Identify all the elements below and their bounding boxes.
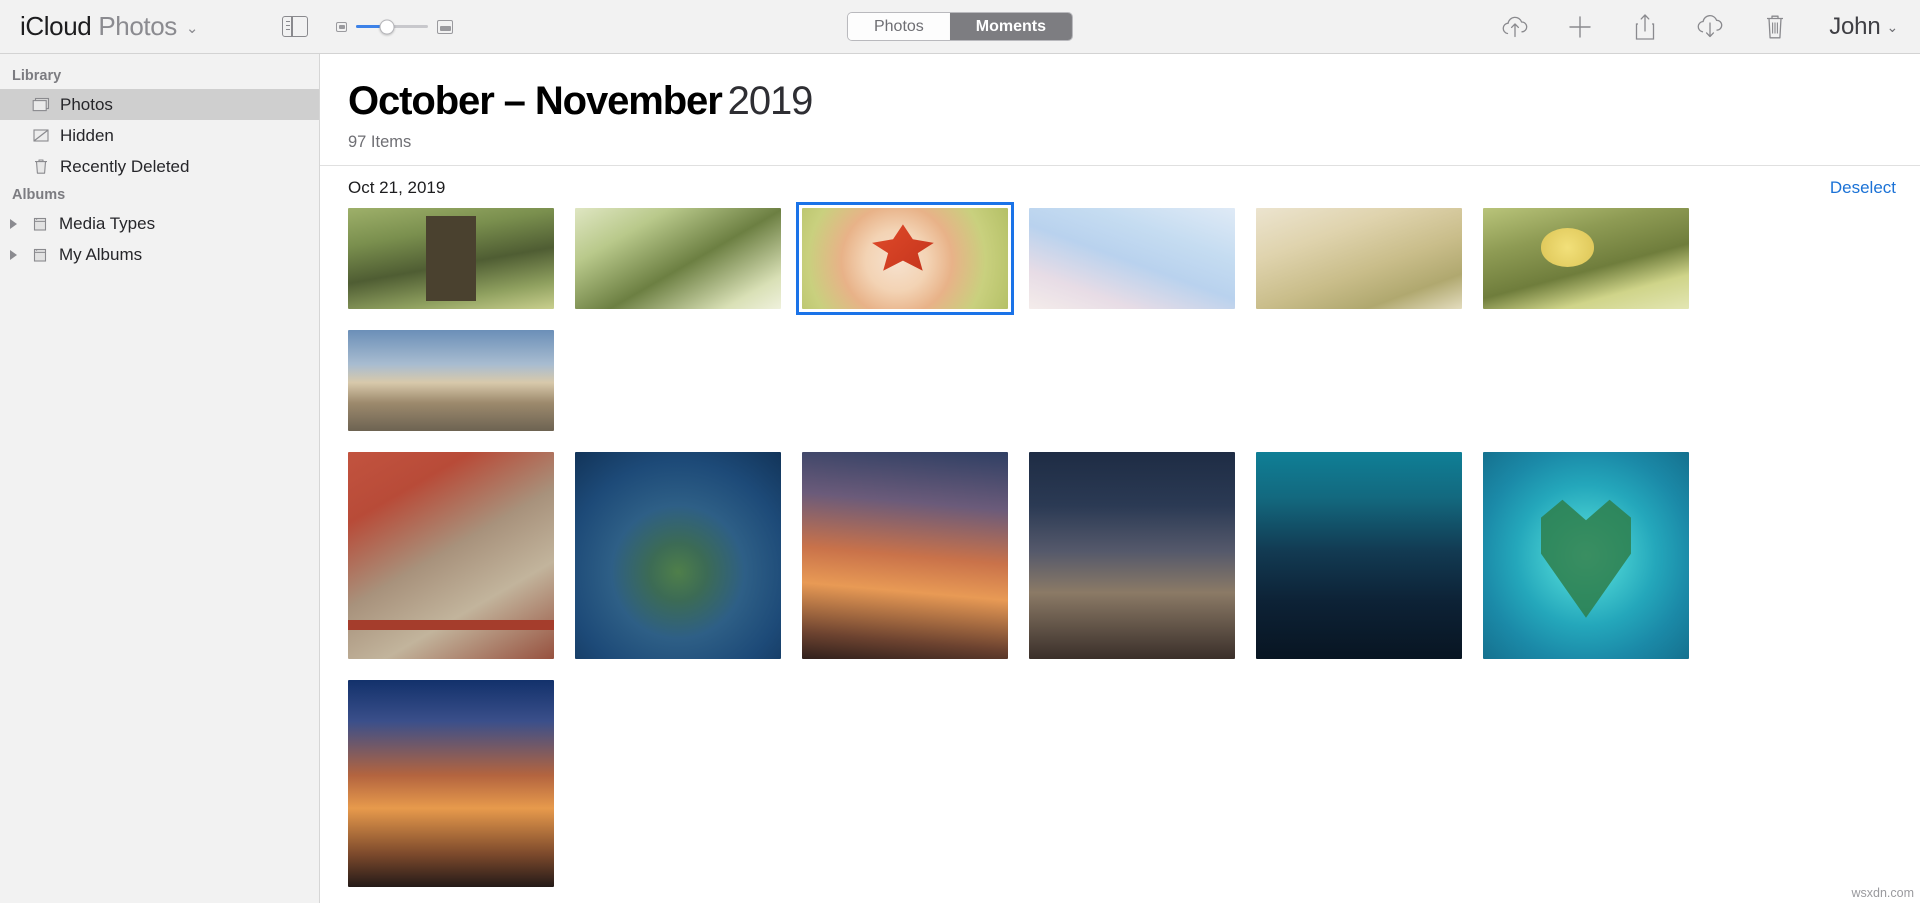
photo-thumbnail[interactable] <box>348 208 554 310</box>
toolbar-actions: John ⌄ <box>1498 12 1898 42</box>
deselect-button[interactable]: Deselect <box>1830 178 1896 198</box>
sidebar-item-label: Recently Deleted <box>60 156 190 176</box>
chevron-down-icon: ⌄ <box>1886 18 1898 35</box>
brand-secondary: Photos <box>98 11 177 41</box>
sidebar-item-hidden[interactable]: Hidden <box>0 120 319 151</box>
moment-header: October – November 2019 97 Items <box>320 54 1920 152</box>
page-title: October – November 2019 <box>348 79 1920 123</box>
photos-icon <box>30 96 51 114</box>
photo-thumbnail[interactable] <box>1483 452 1689 660</box>
tab-moments[interactable]: Moments <box>949 13 1073 40</box>
download-icon[interactable] <box>1693 12 1727 42</box>
sidebar-section-library: Library <box>12 68 62 84</box>
section-date: Oct 21, 2019 <box>348 178 446 198</box>
sidebar-item-media-types[interactable]: Media Types <box>0 208 319 239</box>
user-name: John <box>1829 12 1881 40</box>
view-mode-segmented-control[interactable]: Photos Moments <box>846 12 1074 41</box>
slider-track[interactable] <box>356 19 429 34</box>
slider-knob[interactable] <box>379 19 395 34</box>
chevron-right-icon[interactable] <box>10 249 17 260</box>
sidebar-toggle-icon[interactable] <box>282 16 309 37</box>
watermark: wsxdn.com <box>1851 886 1914 900</box>
app-title[interactable]: iCloud Photos ⌄ <box>20 11 198 42</box>
share-icon[interactable] <box>1628 12 1662 42</box>
hidden-icon <box>30 127 51 145</box>
add-icon[interactable] <box>1563 12 1597 42</box>
sidebar-section-albums: Albums <box>12 187 66 203</box>
photo-thumbnail[interactable] <box>802 452 1008 660</box>
sidebar-item-my-albums[interactable]: My Albums <box>0 239 319 270</box>
photo-thumbnail[interactable] <box>575 208 781 310</box>
item-count: 97 Items <box>348 133 412 152</box>
photo-thumbnail[interactable] <box>348 680 554 888</box>
small-thumbnail-icon[interactable] <box>336 21 348 32</box>
large-thumbnail-icon[interactable] <box>437 19 454 34</box>
moment-year: 2019 <box>727 79 814 123</box>
app-body: Library Photos Hidden Recently Deleted A… <box>0 54 1920 903</box>
folder-icon <box>29 246 50 264</box>
photo-thumbnail[interactable] <box>348 452 554 660</box>
sidebar-item-label: Hidden <box>60 125 114 145</box>
photo-thumbnail[interactable] <box>1029 208 1235 310</box>
view-controls <box>282 16 454 37</box>
photo-thumbnail[interactable] <box>575 452 781 660</box>
brand-primary: iCloud <box>20 11 92 41</box>
sidebar-item-recently-deleted[interactable]: Recently Deleted <box>0 151 319 182</box>
sidebar-item-label: Media Types <box>59 213 156 233</box>
chevron-down-icon[interactable]: ⌄ <box>186 19 199 37</box>
tab-photos[interactable]: Photos <box>847 13 950 40</box>
photo-thumbnail[interactable] <box>1256 452 1462 660</box>
photo-library-main: October – November 2019 97 Items Oct 21, … <box>320 54 1920 903</box>
upload-icon[interactable] <box>1498 12 1532 42</box>
photo-grid-row-2 <box>320 452 1920 888</box>
photo-thumbnail[interactable] <box>1029 452 1235 660</box>
sidebar-item-photos[interactable]: Photos <box>0 89 319 120</box>
sidebar: Library Photos Hidden Recently Deleted A… <box>0 54 320 903</box>
sidebar-item-label: Photos <box>60 94 113 114</box>
folder-icon <box>29 215 50 233</box>
photo-thumbnail[interactable] <box>1256 208 1462 310</box>
trash-icon <box>30 158 51 176</box>
photo-thumbnail-selected[interactable] <box>796 202 1014 316</box>
photo-thumbnail[interactable] <box>1483 208 1689 310</box>
user-menu[interactable]: John ⌄ <box>1829 13 1898 41</box>
app-toolbar: iCloud Photos ⌄ Photos Moments John ⌄ <box>0 0 1920 54</box>
moment-date-range: October – November <box>348 79 723 123</box>
photo-thumbnail[interactable] <box>348 330 554 432</box>
delete-icon[interactable] <box>1758 12 1792 42</box>
section-header-oct: Oct 21, 2019 Deselect <box>320 165 1920 208</box>
photo-grid-row-1 <box>320 202 1920 432</box>
sidebar-item-label: My Albums <box>59 244 143 264</box>
thumbnail-size-slider[interactable] <box>336 19 454 34</box>
chevron-right-icon[interactable] <box>10 218 17 229</box>
